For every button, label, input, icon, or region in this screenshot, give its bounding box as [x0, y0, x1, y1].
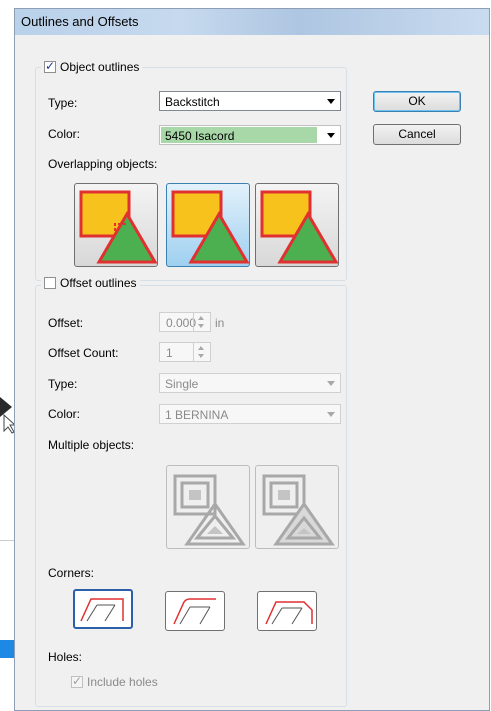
holes-label: Holes: [48, 650, 83, 664]
color-select-value: 5450 Isacord [165, 129, 235, 143]
offset-outlines-label: Offset outlines [60, 276, 137, 290]
chevron-down-icon [327, 381, 335, 386]
type-select[interactable]: Backstitch [159, 91, 341, 111]
offset-type-value: Single [165, 377, 199, 391]
overlap-option-outline-bottom[interactable] [255, 183, 339, 267]
offset-label: Offset: [48, 316, 84, 330]
object-outlines-label: Object outlines [60, 60, 140, 74]
include-holes-label: Include holes [87, 675, 158, 689]
background-divider [0, 540, 14, 541]
color-label: Color: [48, 127, 81, 141]
corner-option-beveled[interactable] [257, 591, 317, 631]
offset-stepper[interactable]: 0.000 [159, 312, 211, 332]
multiple-combined-icon [262, 474, 335, 546]
overlap-all-icon [79, 190, 157, 264]
overlap-option-outline-all[interactable] [74, 183, 158, 267]
object-outlines-checkbox-row[interactable]: Object outlines [41, 59, 143, 74]
corner-beveled-icon [265, 601, 313, 625]
offset-outlines-checkbox-row[interactable]: Offset outlines [41, 276, 140, 290]
offset-count-spin-buttons[interactable] [193, 343, 210, 361]
offset-count-value: 1 [166, 346, 173, 360]
offset-spin-buttons[interactable] [193, 313, 210, 331]
overlap-bottom-icon [260, 190, 338, 264]
corners-label: Corners: [48, 566, 95, 580]
object-outlines-checkbox[interactable] [44, 59, 56, 73]
title-bar[interactable]: Outlines and Offsets [15, 9, 489, 35]
overlap-top-icon [171, 190, 249, 264]
corner-sharp-icon [80, 598, 124, 622]
offset-outlines-checkbox[interactable] [44, 277, 56, 289]
offset-color-select[interactable]: 1 BERNINA [159, 404, 341, 424]
offset-color-value: 1 BERNINA [165, 408, 229, 422]
offset-count-stepper[interactable]: 1 [159, 342, 211, 362]
outlines-offsets-dialog: Outlines and Offsets Object outlines Typ… [14, 8, 490, 711]
background-window [0, 0, 14, 711]
overlapping-objects-label: Overlapping objects: [48, 157, 158, 171]
arrow-down-icon [198, 324, 204, 328]
offset-count-label: Offset Count: [48, 346, 119, 360]
offset-value: 0.000 [166, 316, 197, 330]
overlap-option-outline-top[interactable] [166, 183, 250, 267]
offset-unit: in [215, 316, 225, 330]
corner-round-icon [173, 598, 216, 625]
include-holes-row[interactable]: Include holes [71, 674, 158, 689]
corner-option-sharp[interactable] [73, 589, 133, 629]
background-selection [0, 640, 14, 658]
type-label: Type: [48, 96, 78, 110]
color-select[interactable]: 5450 Isacord [159, 125, 341, 145]
multiple-option-separate[interactable] [166, 465, 250, 549]
chevron-down-icon [327, 412, 335, 417]
multiple-separate-icon [173, 474, 246, 546]
chevron-down-icon [327, 99, 335, 104]
cancel-button[interactable]: Cancel [373, 124, 461, 145]
multiple-objects-label: Multiple objects: [48, 438, 135, 452]
offset-color-label: Color: [48, 407, 81, 421]
ok-button[interactable]: OK [373, 91, 461, 112]
arrow-up-icon [198, 316, 204, 320]
arrow-down-icon [198, 354, 204, 358]
arrow-up-icon [198, 346, 204, 350]
corner-option-round[interactable] [165, 591, 225, 631]
include-holes-checkbox[interactable] [71, 674, 83, 688]
offset-type-select[interactable]: Single [159, 373, 341, 393]
offset-type-label: Type: [48, 377, 78, 391]
multiple-option-combined[interactable] [255, 465, 339, 549]
dialog-title: Outlines and Offsets [21, 14, 139, 29]
chevron-down-icon [327, 133, 335, 138]
type-select-value: Backstitch [165, 95, 220, 109]
